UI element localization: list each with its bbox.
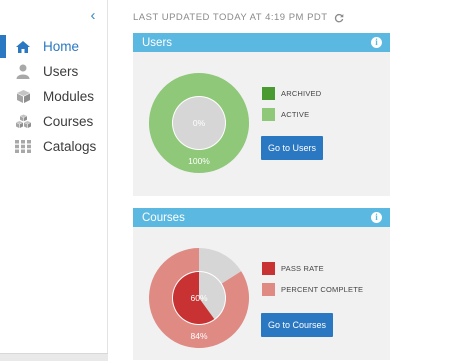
chevron-left-icon[interactable]: ‹ <box>86 8 100 24</box>
sidebar-item-catalogs[interactable]: Catalogs <box>0 134 108 159</box>
sidebar-item-label: Users <box>43 64 79 79</box>
courses-panel: Courses i 60% 84% PASS RATE PERCENT COMPL… <box>133 208 390 360</box>
legend-label: ACTIVE <box>281 110 310 119</box>
legend-swatch <box>262 87 275 100</box>
legend-item-archived: ARCHIVED <box>262 87 321 100</box>
legend-swatch <box>262 262 275 275</box>
sidebar-item-label: Home <box>43 39 80 54</box>
user-icon <box>14 63 32 81</box>
home-icon <box>14 38 32 56</box>
sidebar-footer <box>0 353 108 361</box>
outer-value-label: 84% <box>190 331 207 341</box>
legend-swatch <box>262 108 275 121</box>
legend-label: PERCENT COMPLETE <box>281 285 364 294</box>
go-to-courses-button[interactable]: Go to Courses <box>261 313 334 337</box>
last-updated: LAST UPDATED TODAY AT 4:19 PM PDT <box>133 12 344 23</box>
legend-item-percent-complete: PERCENT COMPLETE <box>262 283 363 296</box>
users-donut-chart: 0% 100% <box>149 73 249 173</box>
sidebar-item-label: Courses <box>43 114 94 129</box>
courses-donut-chart: 60% 84% <box>149 248 249 348</box>
info-icon[interactable]: i <box>371 37 382 48</box>
inner-value-label: 0% <box>193 118 206 128</box>
courses-legend: PASS RATE PERCENT COMPLETE <box>262 262 363 304</box>
legend-swatch <box>262 283 275 296</box>
panel-title: Courses <box>142 211 185 224</box>
outer-value-label: 100% <box>188 156 210 166</box>
legend-item-active: ACTIVE <box>262 108 321 121</box>
sidebar-item-modules[interactable]: Modules <box>0 84 108 109</box>
cube-icon <box>14 88 32 106</box>
legend-label: PASS RATE <box>281 264 324 273</box>
legend-label: ARCHIVED <box>281 89 322 98</box>
users-panel-header: Users i <box>133 33 390 52</box>
sidebar-nav: Home Users Modules Courses Catalogs <box>0 34 108 159</box>
inner-value-label: 60% <box>190 293 207 303</box>
users-legend: ARCHIVED ACTIVE <box>262 87 321 129</box>
sidebar-item-home[interactable]: Home <box>0 34 108 59</box>
go-to-users-button[interactable]: Go to Users <box>261 136 324 160</box>
legend-item-pass-rate: PASS RATE <box>262 262 363 275</box>
cubes-icon <box>14 113 32 131</box>
refresh-icon[interactable] <box>334 13 344 23</box>
info-icon[interactable]: i <box>371 212 382 223</box>
users-panel: Users i 0% 100% ARCHIVED ACTIVE Go to Use… <box>133 33 390 196</box>
last-updated-text: LAST UPDATED TODAY AT 4:19 PM PDT <box>133 12 328 23</box>
sidebar-item-label: Catalogs <box>43 139 97 154</box>
sidebar-item-users[interactable]: Users <box>0 59 108 84</box>
panel-title: Users <box>142 36 173 49</box>
grid-icon <box>14 138 32 156</box>
sidebar: ‹ Home Users Modules Courses Catalogs <box>0 0 108 361</box>
sidebar-item-label: Modules <box>43 89 95 104</box>
sidebar-item-courses[interactable]: Courses <box>0 109 108 134</box>
courses-panel-header: Courses i <box>133 208 390 227</box>
